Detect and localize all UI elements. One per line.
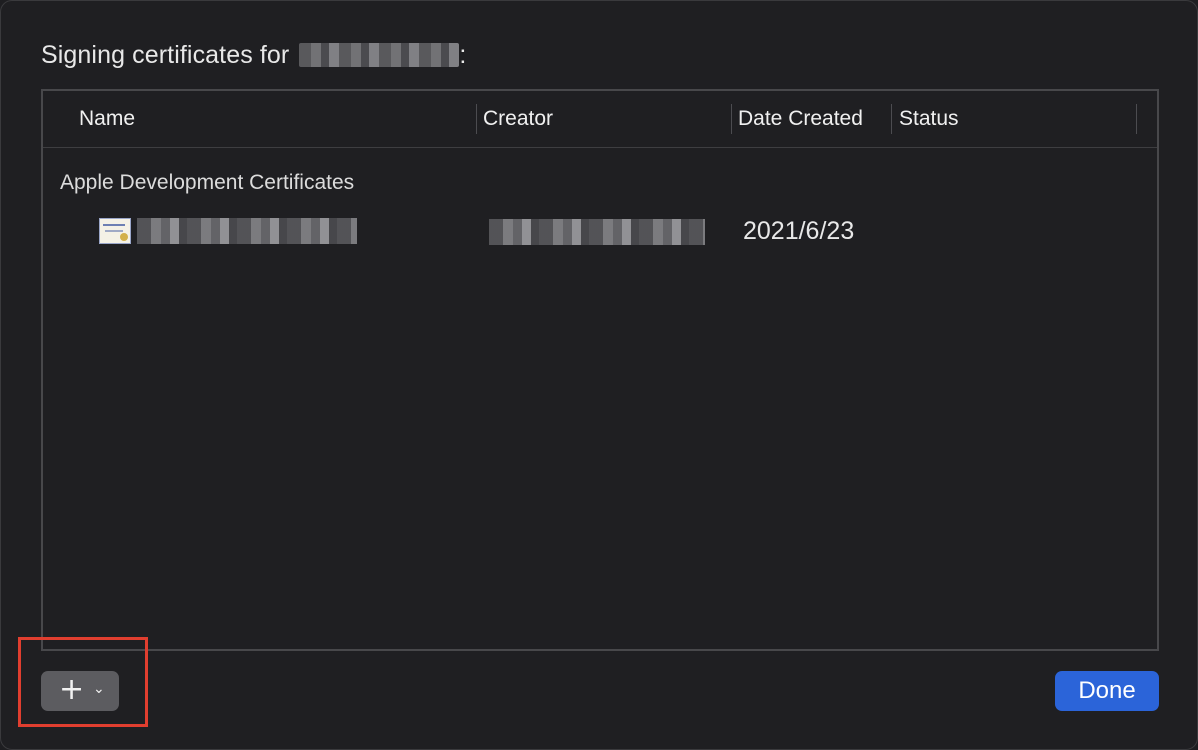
- column-header-status[interactable]: Status: [899, 107, 959, 131]
- certificate-icon: [99, 218, 131, 244]
- column-divider[interactable]: [891, 104, 892, 134]
- table-row[interactable]: 2021/6/23: [43, 209, 1157, 253]
- redacted-creator: [489, 219, 705, 245]
- dialog-title: Signing certificates for:: [41, 41, 466, 70]
- done-button[interactable]: Done: [1055, 671, 1159, 711]
- date-created-cell: 2021/6/23: [743, 217, 855, 245]
- redacted-certificate-name: [137, 218, 357, 244]
- certificates-table: Name Creator Date Created Status Apple D…: [41, 89, 1159, 651]
- dialog-title-suffix: :: [459, 41, 467, 69]
- column-header-name[interactable]: Name: [79, 107, 135, 131]
- table-header: Name Creator Date Created Status: [43, 91, 1157, 148]
- highlight-annotation-box: [18, 637, 148, 727]
- column-header-date-created[interactable]: Date Created: [738, 107, 863, 131]
- column-divider[interactable]: [476, 104, 477, 134]
- column-divider[interactable]: [731, 104, 732, 134]
- column-header-creator[interactable]: Creator: [483, 107, 553, 131]
- dialog-title-prefix: Signing certificates for: [41, 41, 290, 69]
- group-label-apple-development: Apple Development Certificates: [60, 171, 355, 194]
- column-divider[interactable]: [1136, 104, 1137, 134]
- redacted-team-name: [299, 43, 460, 67]
- signing-certificates-dialog: Signing certificates for: Name Creator D…: [0, 0, 1198, 750]
